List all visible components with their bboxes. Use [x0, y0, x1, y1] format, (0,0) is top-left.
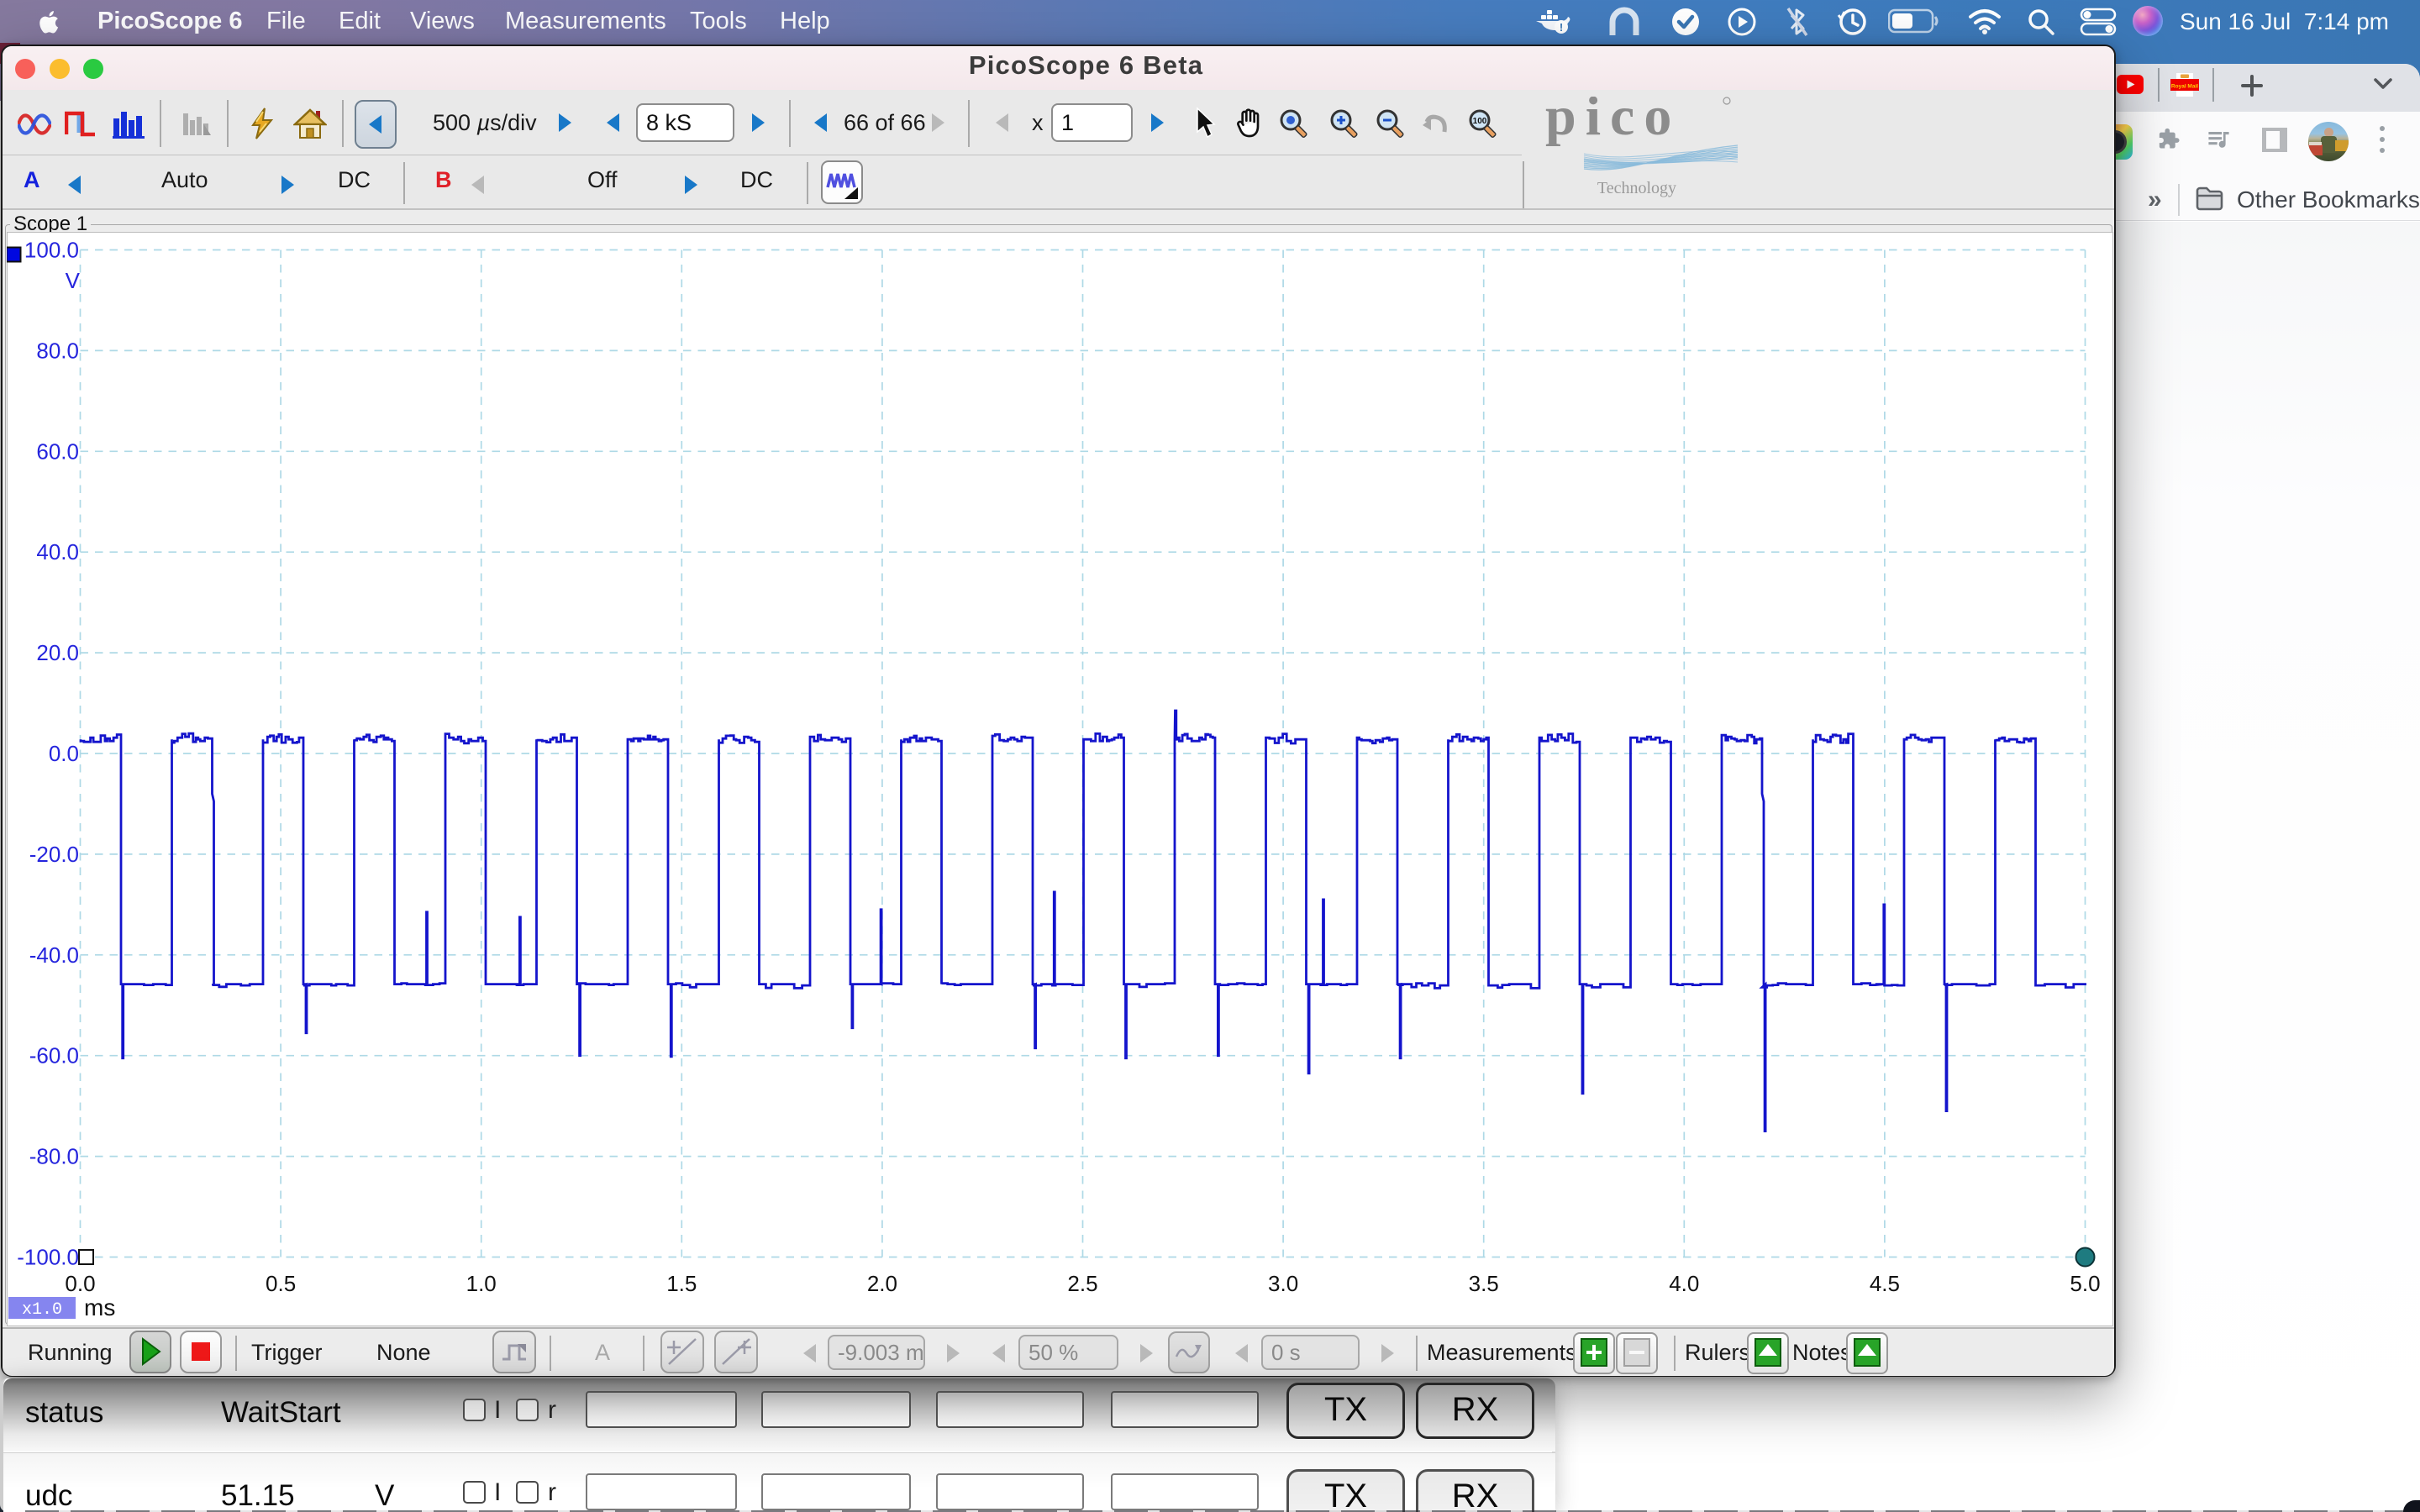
svg-text:3.0: 3.0	[1268, 1271, 1298, 1296]
svg-text:100: 100	[1473, 117, 1487, 126]
svg-text:0.0: 0.0	[49, 741, 79, 766]
svg-text:-40.0: -40.0	[29, 942, 79, 968]
svg-text:40.0: 40.0	[36, 539, 79, 564]
svg-text:-100.0: -100.0	[17, 1245, 79, 1270]
svg-text:4.5: 4.5	[1870, 1271, 1900, 1296]
svg-text:3.5: 3.5	[1469, 1271, 1499, 1296]
svg-text:20.0: 20.0	[36, 640, 79, 665]
svg-text:0.5: 0.5	[266, 1271, 296, 1296]
svg-text:2.0: 2.0	[867, 1271, 897, 1296]
svg-text:5.0: 5.0	[2070, 1271, 2100, 1296]
svg-text:1.0: 1.0	[466, 1271, 497, 1296]
svg-text:x1.0: x1.0	[22, 1300, 62, 1320]
svg-text:pico: pico	[1545, 97, 1681, 147]
svg-text:ms: ms	[84, 1294, 115, 1320]
svg-text:Royal Mail: Royal Mail	[2171, 84, 2198, 90]
svg-text:!: !	[1560, 21, 1563, 34]
svg-text:100.0: 100.0	[24, 238, 79, 263]
svg-text:0.0: 0.0	[65, 1271, 95, 1296]
svg-text:2.5: 2.5	[1067, 1271, 1097, 1296]
svg-text:-80.0: -80.0	[29, 1144, 79, 1169]
svg-text:4.0: 4.0	[1669, 1271, 1699, 1296]
svg-text:-20.0: -20.0	[29, 842, 79, 867]
svg-text:V: V	[66, 268, 81, 293]
svg-text:80.0: 80.0	[36, 338, 79, 363]
svg-text:-60.0: -60.0	[29, 1043, 79, 1068]
svg-text:60.0: 60.0	[36, 438, 79, 464]
svg-text:1.5: 1.5	[666, 1271, 697, 1296]
svg-text:Technology: Technology	[1597, 179, 1676, 197]
